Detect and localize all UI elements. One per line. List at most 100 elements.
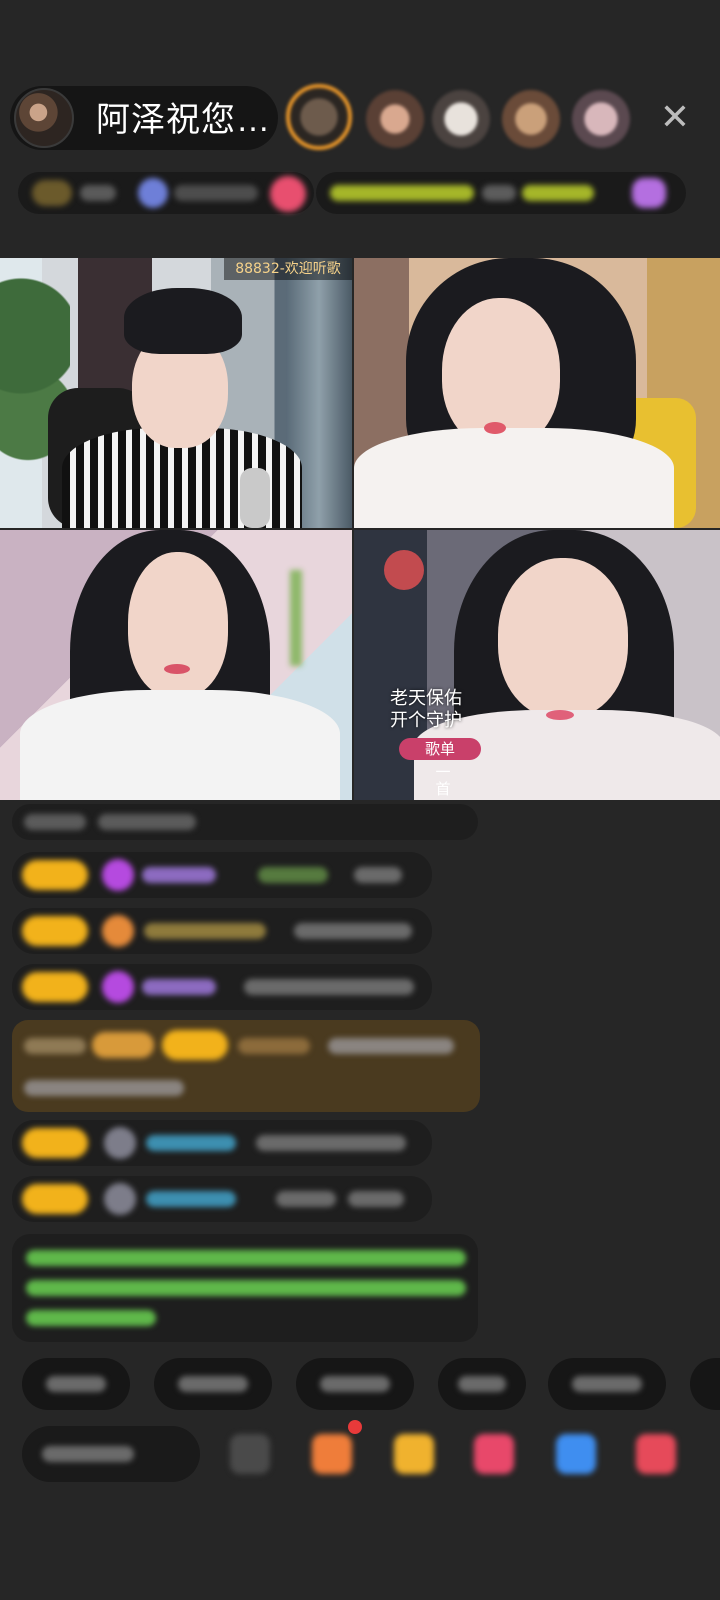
ticker-text-3 bbox=[522, 185, 594, 201]
level-badge bbox=[22, 916, 88, 946]
microphone bbox=[240, 468, 270, 528]
diamond-icon bbox=[102, 971, 134, 1003]
rank-info-bar-right[interactable] bbox=[316, 172, 686, 214]
chat-username-2 bbox=[258, 867, 328, 883]
gift-icon[interactable] bbox=[632, 178, 666, 208]
chat-username bbox=[146, 1135, 236, 1151]
lips bbox=[164, 664, 190, 674]
video-tile-guest-3[interactable]: 老天保佑 开个守护 歌单 一首 bbox=[354, 530, 720, 800]
chat-username bbox=[142, 867, 216, 883]
chat-input-placeholder bbox=[42, 1446, 134, 1462]
rank-chip bbox=[32, 180, 72, 206]
chat-text bbox=[256, 1135, 406, 1151]
system-text-line3 bbox=[26, 1310, 156, 1326]
chat-text bbox=[328, 1038, 454, 1054]
vertical-caption: 一首 bbox=[435, 763, 451, 798]
top-viewer-avatar-5[interactable] bbox=[572, 90, 630, 148]
rank-info-bar-left[interactable] bbox=[18, 172, 314, 214]
quick-reply-button[interactable] bbox=[296, 1358, 414, 1410]
system-notice bbox=[12, 1234, 478, 1342]
chat-message-highlighted bbox=[12, 1020, 480, 1112]
rank-chip-text bbox=[80, 185, 116, 201]
person-hair bbox=[124, 288, 242, 354]
quick-reply-button-more[interactable] bbox=[690, 1358, 720, 1410]
level-badge bbox=[22, 972, 88, 1002]
chat-text bbox=[24, 814, 86, 830]
tile-label: 88832-欢迎听歌 bbox=[224, 258, 352, 280]
quick-reply-label bbox=[320, 1376, 390, 1392]
chat-message bbox=[12, 908, 432, 954]
gift-icon[interactable] bbox=[636, 1434, 676, 1474]
chat-message bbox=[12, 852, 432, 898]
diamond-icon bbox=[102, 859, 134, 891]
wish-gift-icon[interactable] bbox=[312, 1434, 352, 1474]
lips bbox=[546, 710, 574, 720]
host-avatar[interactable] bbox=[14, 88, 74, 148]
lips bbox=[484, 422, 506, 434]
share-icon[interactable] bbox=[556, 1434, 596, 1474]
ticker-text-2 bbox=[482, 185, 516, 201]
top-viewer-avatar-2[interactable] bbox=[366, 90, 424, 148]
overlay-text-line1: 老天保佑 bbox=[390, 688, 462, 709]
level-badge bbox=[162, 1030, 228, 1060]
person-body bbox=[354, 428, 674, 528]
person-face bbox=[498, 558, 628, 718]
chat-text bbox=[354, 867, 402, 883]
chat-username-2 bbox=[238, 1038, 310, 1054]
chat-text bbox=[276, 1191, 336, 1207]
orange-medal-icon bbox=[102, 915, 134, 947]
chat-text bbox=[98, 814, 196, 830]
quick-reply-label bbox=[572, 1376, 642, 1392]
vertical-watermark bbox=[290, 570, 302, 666]
chat-message bbox=[12, 804, 478, 840]
fans-chip-text bbox=[174, 185, 258, 201]
user-avatar bbox=[104, 1183, 136, 1215]
quick-reply-label bbox=[46, 1376, 106, 1392]
chat-message bbox=[12, 964, 432, 1010]
chat-text bbox=[294, 923, 412, 939]
close-icon[interactable]: ✕ bbox=[658, 99, 692, 135]
lamp-decor bbox=[384, 550, 424, 590]
chat-username bbox=[144, 923, 266, 939]
person-face bbox=[128, 552, 228, 698]
host-name[interactable]: 阿泽祝您… bbox=[96, 100, 271, 140]
video-tile-guest-1[interactable] bbox=[354, 258, 720, 528]
quick-reply-button[interactable] bbox=[22, 1358, 130, 1410]
system-text-line1 bbox=[26, 1250, 466, 1266]
quick-reply-button[interactable] bbox=[154, 1358, 272, 1410]
top-viewer-avatar-1[interactable] bbox=[286, 84, 352, 150]
system-text-line2 bbox=[26, 1280, 466, 1296]
video-tile-guest-2[interactable] bbox=[0, 530, 352, 800]
chat-message bbox=[12, 1176, 432, 1222]
chat-username bbox=[146, 1191, 236, 1207]
chat-username bbox=[24, 1038, 86, 1054]
quick-reply-label bbox=[178, 1376, 248, 1392]
emoji-icon[interactable] bbox=[230, 1434, 270, 1474]
quick-reply-button[interactable] bbox=[548, 1358, 666, 1410]
chat-username bbox=[142, 979, 216, 995]
person-body bbox=[20, 690, 340, 800]
top-viewer-avatar-3[interactable] bbox=[432, 90, 490, 148]
treasure-icon[interactable] bbox=[394, 1434, 434, 1474]
chat-text bbox=[244, 979, 414, 995]
song-list-button[interactable]: 歌单 bbox=[399, 738, 481, 760]
follow-icon[interactable] bbox=[270, 176, 306, 212]
user-avatar bbox=[104, 1127, 136, 1159]
level-badge bbox=[22, 1184, 88, 1214]
pk-icon[interactable] bbox=[474, 1434, 514, 1474]
level-badge bbox=[22, 860, 88, 890]
chat-text-line2 bbox=[24, 1080, 184, 1096]
chat-message bbox=[12, 1120, 432, 1166]
video-tile-host[interactable]: 88832-欢迎听歌 bbox=[0, 258, 352, 528]
notification-dot bbox=[348, 1420, 362, 1434]
chat-text-2 bbox=[348, 1191, 404, 1207]
level-badge bbox=[22, 1128, 88, 1158]
overlay-text-line2: 开个守护 bbox=[390, 710, 462, 731]
fans-chip-icon bbox=[138, 178, 168, 208]
quick-reply-label bbox=[458, 1376, 506, 1392]
top-viewer-avatar-4[interactable] bbox=[502, 90, 560, 148]
chat-input[interactable] bbox=[22, 1426, 200, 1482]
quick-reply-button[interactable] bbox=[438, 1358, 526, 1410]
gift-badge bbox=[92, 1032, 154, 1058]
ticker-text bbox=[330, 185, 474, 201]
